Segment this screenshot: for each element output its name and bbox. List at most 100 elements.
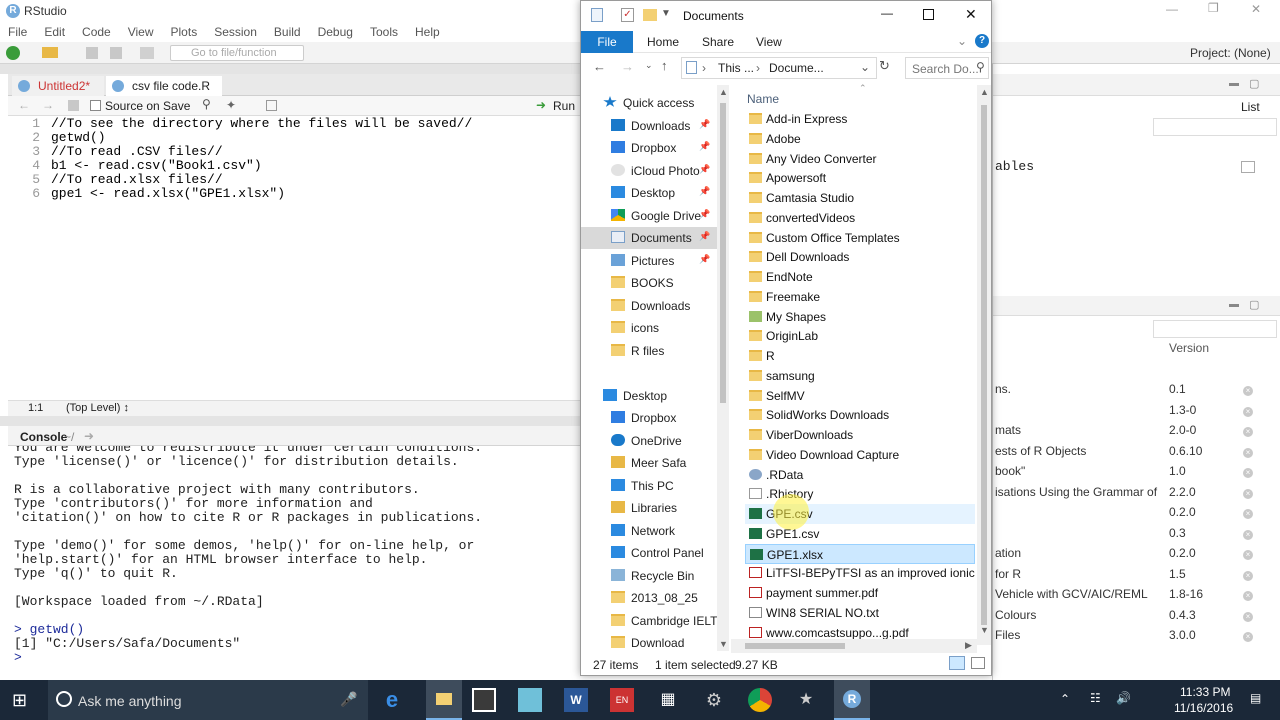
edge-icon[interactable]: e [380,688,404,712]
refresh-icon[interactable]: ↻ [879,58,890,74]
project-menu[interactable]: Project: (None) [1190,46,1271,60]
minimize-pane-icon[interactable]: ▬ [1229,78,1239,89]
nav-item[interactable]: Desktop [581,385,717,407]
menu-view[interactable]: View [120,22,163,39]
file-row[interactable]: My Shapes [745,307,975,327]
save-icon[interactable] [68,100,79,111]
nav-item[interactable]: Control Panel [581,542,717,564]
tab-csv-file-code[interactable]: csv file code.R × [106,76,222,107]
nav-item[interactable]: This PC [581,475,717,497]
file-row[interactable]: Camtasia Studio [745,188,975,208]
clock-date[interactable]: 11/16/2016 [1174,701,1233,715]
remove-package-icon[interactable]: × [1243,570,1253,581]
search-input[interactable]: Search Do... ⚲ [905,57,989,79]
maximize-pane-icon[interactable]: ▢ [1249,77,1259,90]
word-icon[interactable]: W [564,688,588,712]
remove-package-icon[interactable]: × [1243,632,1253,642]
horizontal-scrollbar[interactable]: ▶ [731,639,977,653]
package-row[interactable]: 0.2.0 × [993,505,1280,525]
file-row[interactable]: ViberDownloads [745,425,975,445]
file-row[interactable]: .RData [745,465,975,485]
save-icon[interactable] [86,47,98,59]
run-button[interactable]: Run [553,99,575,113]
chrome-icon[interactable] [748,688,772,712]
address-bar[interactable]: › This ... › Docume... ⌄ [681,57,877,79]
tab-file[interactable]: File [581,31,633,53]
file-row[interactable]: GPE1.xlsx [745,543,975,564]
remove-package-icon[interactable]: × [1243,406,1253,417]
file-row[interactable]: Custom Office Templates [745,228,975,248]
grid-view-icon[interactable] [1241,161,1255,173]
menu-build[interactable]: Build [266,22,310,39]
clock-time[interactable]: 11:33 PM [1180,685,1230,699]
scope-selector[interactable]: (Top Level) ↕ [66,402,129,414]
remove-package-icon[interactable]: × [1243,529,1253,540]
close-icon[interactable]: ✕ [965,6,977,23]
list-view-toggle[interactable]: List [1241,100,1260,114]
nav-item[interactable]: OneDrive [581,430,717,452]
menu-file[interactable]: File [0,22,36,39]
maximize-icon[interactable] [923,9,934,20]
save-all-icon[interactable] [110,47,122,59]
breadcrumb-documents[interactable]: Docume... [769,61,824,75]
nav-scroll-thumb[interactable] [720,103,726,403]
menu-plots[interactable]: Plots [163,22,207,39]
package-row[interactable]: 1.3-0 × [993,403,1280,423]
file-row[interactable]: convertedVideos [745,208,975,228]
remove-package-icon[interactable]: × [1243,611,1253,622]
system-tray-chevron-icon[interactable]: ⌃ [1060,692,1070,706]
remove-package-icon[interactable]: × [1243,468,1253,478]
package-row[interactable]: isations Using the Grammar of 2.2.0 × [993,485,1280,505]
minimize-icon[interactable]: — [1166,2,1178,16]
package-row[interactable]: book" 1.0 × [993,464,1280,484]
goto-file-input[interactable]: Go to file/function [170,45,304,61]
console-title[interactable]: Console [20,430,67,444]
menu-debug[interactable]: Debug [310,22,362,39]
remove-package-icon[interactable]: × [1243,488,1253,499]
nav-item[interactable]: R files [581,340,717,362]
nav-item[interactable]: Downloads [581,295,717,317]
code-editor[interactable]: 1 //To see the directory where the files… [8,116,580,400]
nav-item[interactable]: Desktop 📌 [581,182,717,204]
file-row[interactable]: Dell Downloads [745,247,975,267]
nav-item[interactable]: Pictures 📌 [581,250,717,272]
nav-scrollbar[interactable]: ▲ ▼ [717,85,729,651]
file-row[interactable]: payment summer.pdf [745,583,975,603]
nav-item[interactable]: Dropbox [581,407,717,429]
file-row[interactable]: SolidWorks Downloads [745,405,975,425]
nav-item[interactable]: Network [581,520,717,542]
checkmark-icon[interactable]: ✓ [621,8,634,22]
nav-item[interactable]: Dropbox 📌 [581,137,717,159]
package-row[interactable]: ation 0.2.0 × [993,546,1280,566]
back-icon[interactable]: ← [593,59,606,74]
package-row[interactable]: ns. 0.1 × [993,382,1280,402]
search-icon[interactable]: ⚲ [202,97,211,111]
file-row[interactable]: Add-in Express [745,109,975,129]
files-scroll-thumb[interactable] [981,105,987,625]
network-icon[interactable]: ☷ [1090,691,1101,705]
file-row[interactable]: GPE.csv [745,494,975,530]
source-on-save-checkbox[interactable] [90,100,101,111]
menu-session[interactable]: Session [206,22,266,39]
scroll-down-icon[interactable]: ▼ [980,625,989,635]
nav-item[interactable]: iCloud Photo 📌 [581,160,717,182]
print-icon[interactable] [140,47,154,59]
breadcrumb-this-pc[interactable]: This ... [718,61,754,75]
menu-tools[interactable]: Tools [362,22,407,39]
nav-item[interactable]: Libraries [581,497,717,519]
env-search-input[interactable] [1153,118,1277,136]
menu-help[interactable]: Help [407,22,449,39]
nav-item[interactable]: Documents 📌 [581,227,717,249]
tab-share[interactable]: Share [702,35,734,49]
file-row[interactable]: SelfMV [745,386,975,406]
package-row[interactable]: mats 2.0-0 × [993,423,1280,443]
file-row[interactable]: GPE1.csv [745,524,975,544]
recent-locations-icon[interactable]: ⌄ [645,60,653,71]
tab-home[interactable]: Home [647,35,679,49]
package-row[interactable]: Colours 0.4.3 × [993,608,1280,628]
compile-report-icon[interactable] [266,100,277,111]
up-icon[interactable]: ↑ [661,58,668,73]
nav-item[interactable]: icons [581,317,717,339]
nav-item[interactable]: Download [581,632,717,651]
restore-icon[interactable]: ❐ [1208,1,1219,15]
